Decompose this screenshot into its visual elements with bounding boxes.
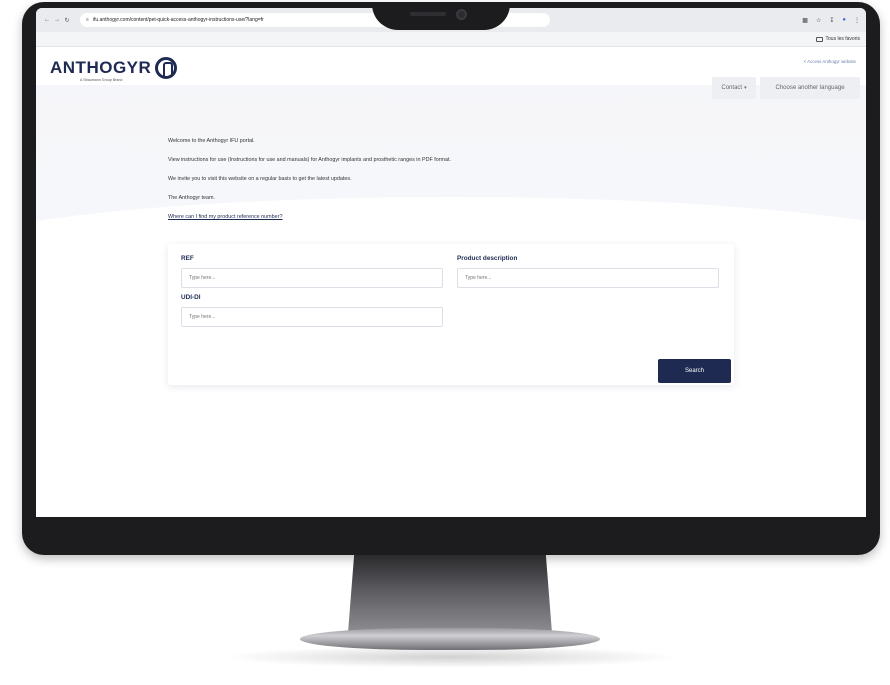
description-label: Product description: [457, 255, 518, 262]
intro-description: View instructions for use (Instructions …: [168, 157, 452, 163]
anthogyr-logo[interactable]: ANTHOGYR: [50, 57, 178, 79]
intro-text: Welcome to the Anthogyr IFU portal. View…: [168, 137, 451, 232]
web-page: ANTHOGYR A Straumann Group Brand < Acces…: [36, 47, 866, 517]
udi-label: UDI-DI: [181, 294, 201, 301]
monitor-screen: ← → ↻ ≡ ifu.anthogyr.com/content/pet-qui…: [36, 8, 866, 517]
site-settings-icon[interactable]: ≡: [86, 17, 89, 23]
reference-help-link[interactable]: Where can I find my product reference nu…: [168, 214, 282, 220]
translate-icon[interactable]: ▩: [802, 17, 808, 24]
stand-base: [300, 628, 600, 650]
bookmark-folder-all[interactable]: Tous les favoris: [815, 36, 860, 42]
stand-neck: [348, 555, 552, 633]
description-input[interactable]: [457, 268, 719, 288]
logo-text: ANTHOGYR: [50, 58, 152, 77]
forward-arrow-icon[interactable]: →: [52, 17, 62, 23]
search-card: REF Product description UDI-DI Search: [168, 244, 734, 385]
intro-invite: We invite you to visit this website on a…: [168, 176, 352, 182]
logo-subtitle: A Straumann Group Brand: [80, 78, 123, 82]
monitor-chin: [36, 517, 866, 527]
intro-signature: The Anthogyr team.: [168, 195, 216, 201]
access-website-link[interactable]: < Access Anthogyr website: [804, 59, 856, 64]
contact-dropdown[interactable]: Contact ▾: [712, 77, 756, 99]
contact-label: Contact: [721, 85, 743, 91]
folder-icon: [815, 36, 823, 42]
logo-mark-icon: [155, 57, 178, 79]
search-button[interactable]: Search: [658, 359, 731, 383]
back-arrow-icon[interactable]: ←: [42, 17, 52, 23]
profile-icon[interactable]: ●: [842, 17, 846, 24]
bookmarks-bar: Tous les favoris: [36, 32, 866, 47]
url-text: ifu.anthogyr.com/content/pet-quick-acces…: [92, 17, 264, 23]
browser-actions: ▩ ☆ ↧ ● ⋮: [802, 17, 860, 24]
ref-input[interactable]: [181, 268, 443, 288]
camera-icon: [456, 9, 467, 20]
reload-icon[interactable]: ↻: [62, 17, 72, 24]
intro-welcome: Welcome to the Anthogyr IFU portal.: [168, 138, 255, 144]
download-icon[interactable]: ↧: [829, 17, 834, 24]
menu-kebab-icon[interactable]: ⋮: [854, 17, 860, 24]
chevron-down-icon: ▾: [744, 85, 747, 91]
choose-language-button[interactable]: Choose another language: [760, 77, 860, 99]
ref-label: REF: [181, 255, 194, 262]
bookmark-star-icon[interactable]: ☆: [816, 17, 821, 24]
notch-sensor-bar: [410, 12, 446, 16]
bookmark-folder-label: Tous les favoris: [825, 36, 860, 42]
language-label: Choose another language: [775, 85, 845, 91]
udi-input[interactable]: [181, 307, 443, 327]
monitor-notch: [372, 2, 510, 30]
